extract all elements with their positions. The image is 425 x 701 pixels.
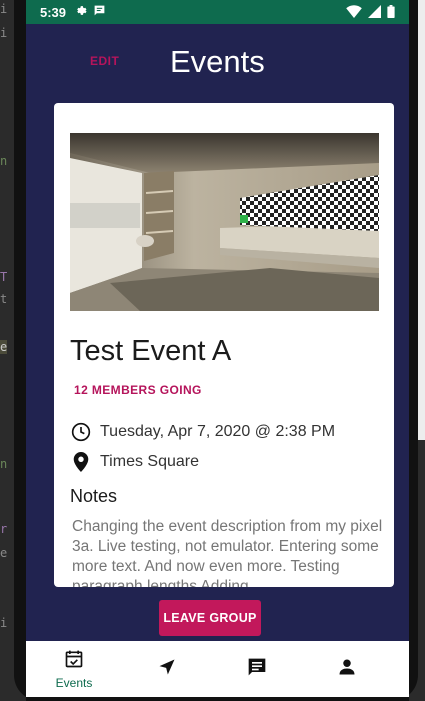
event-location: Times Square bbox=[100, 453, 199, 470]
navigation-arrow-icon bbox=[157, 657, 177, 682]
ide-glyph: r bbox=[0, 522, 8, 536]
status-right-icons bbox=[346, 5, 395, 21]
nav-item-profile[interactable] bbox=[302, 641, 392, 697]
event-card: Test Event A 12 MEMBERS GOING Tuesday, A… bbox=[54, 103, 394, 587]
wifi-icon bbox=[346, 5, 362, 21]
status-time: 5:39 bbox=[40, 4, 67, 20]
ide-glyph: n bbox=[0, 154, 8, 168]
chat-icon bbox=[247, 657, 267, 682]
notes-text: Changing the event description from my p… bbox=[72, 518, 383, 587]
signal-icon bbox=[368, 5, 381, 21]
device-bottom-edge bbox=[26, 697, 409, 701]
ide-glyph: e bbox=[0, 546, 8, 560]
event-location-row: Times Square bbox=[70, 451, 199, 473]
app-header: EDIT Events bbox=[26, 24, 409, 96]
ide-panel-right-bottom bbox=[418, 440, 425, 701]
gear-icon bbox=[74, 4, 87, 20]
nav-item-navigation[interactable] bbox=[122, 641, 212, 697]
page-title: Events bbox=[170, 44, 265, 79]
stage: i i n T t e n r e i 5:39 EDIT Events Tes… bbox=[0, 0, 425, 701]
event-datetime: Tuesday, Apr 7, 2020 @ 2:38 PM bbox=[100, 423, 336, 440]
bottom-navigation: Events bbox=[26, 641, 409, 697]
ide-glyph: t bbox=[0, 292, 8, 306]
phone-frame: 5:39 EDIT Events Test Event A 12 MEMBERS… bbox=[14, 0, 418, 701]
calendar-check-icon bbox=[64, 649, 84, 674]
ide-glyph: T bbox=[0, 270, 8, 284]
nav-item-chat[interactable] bbox=[212, 641, 302, 697]
ide-glyph: i bbox=[0, 616, 8, 630]
nav-label-events: Events bbox=[55, 675, 93, 690]
ide-glyph: i bbox=[0, 2, 8, 16]
members-going[interactable]: 12 MEMBERS GOING bbox=[74, 383, 202, 397]
event-photo bbox=[70, 133, 379, 311]
event-datetime-row: Tuesday, Apr 7, 2020 @ 2:38 PM bbox=[70, 421, 335, 443]
notes-heading: Notes bbox=[70, 486, 118, 506]
leave-group-button[interactable]: LEAVE GROUP bbox=[159, 600, 261, 636]
person-icon bbox=[338, 658, 356, 681]
nav-item-events[interactable]: Events bbox=[29, 641, 119, 697]
message-icon bbox=[93, 4, 106, 20]
ide-glyph: e bbox=[0, 340, 8, 354]
status-bar: 5:39 bbox=[26, 0, 409, 24]
battery-icon bbox=[387, 5, 395, 21]
clock-icon bbox=[70, 421, 92, 443]
app-screen: 5:39 EDIT Events Test Event A 12 MEMBERS… bbox=[26, 0, 409, 701]
ide-glyph: i bbox=[0, 26, 8, 40]
location-pin-icon bbox=[70, 451, 92, 473]
event-name: Test Event A bbox=[70, 335, 232, 367]
edit-button[interactable]: EDIT bbox=[90, 54, 119, 68]
ide-glyph: n bbox=[0, 457, 8, 471]
